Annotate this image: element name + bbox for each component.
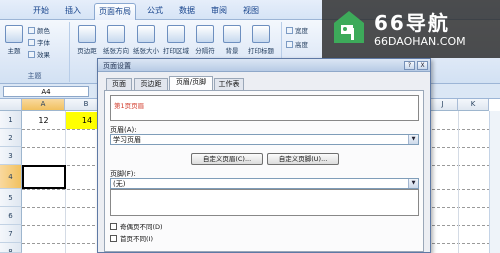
active-cell-a4[interactable] [22, 165, 66, 189]
help-button[interactable]: ? [404, 61, 415, 70]
paper-size-icon [137, 25, 155, 43]
row-header-8[interactable]: 8 [0, 243, 22, 253]
dialog-tab-page[interactable]: 页面 [106, 78, 132, 90]
dialog-title: 页面设置 [103, 62, 131, 70]
checkbox-icon [110, 223, 117, 230]
header-preview-text: 第1页页眉 [114, 102, 145, 110]
margins-label: 页边距 [77, 47, 97, 55]
effects-icon [28, 51, 35, 58]
row-header-2[interactable]: 2 [0, 129, 22, 147]
footer-select-value: (无) [113, 180, 126, 188]
dialog-tab-margins[interactable]: 页边距 [134, 78, 168, 90]
watermark: 66导航 66DAOHAN.COM [322, 0, 500, 58]
themes-label: 主题 [7, 47, 21, 55]
vertical-scrollbar[interactable] [489, 111, 500, 253]
watermark-url: 66DAOHAN.COM [374, 35, 466, 48]
first-page-checkbox[interactable]: 首页不同(I) [110, 235, 153, 244]
theme-fonts-button[interactable]: 字体 [28, 38, 50, 48]
colors-label: 颜色 [37, 27, 50, 35]
width-icon [286, 27, 293, 34]
height-scale[interactable]: 高度 [286, 40, 308, 50]
checkbox-icon [110, 235, 117, 242]
row-header-4[interactable]: 4 [0, 165, 22, 189]
header-select-value: 学习页眉 [113, 136, 141, 144]
custom-header-button[interactable]: 自定义页眉(C)... [191, 153, 263, 165]
orientation-icon [107, 25, 125, 43]
tab-data[interactable]: 数据 [174, 3, 200, 20]
cell-a1[interactable]: 12 [22, 112, 65, 129]
footer-select[interactable]: (无) ▼ [110, 178, 419, 189]
row-header-6[interactable]: 6 [0, 207, 22, 225]
themes-icon [5, 25, 23, 43]
height-label: 高度 [295, 41, 308, 49]
watermark-logo-icon [334, 11, 364, 43]
select-all-corner[interactable] [0, 99, 22, 111]
row-header-1[interactable]: 1 [0, 111, 22, 129]
print-area-label: 打印区域 [163, 47, 189, 55]
page-setup-dialog: 页面设置 ? X 页面 页边距 页眉/页脚 工作表 第1页页眉 页眉(A): 学… [97, 58, 431, 253]
tab-insert[interactable]: 插入 [60, 3, 86, 20]
dialog-tab-sheet[interactable]: 工作表 [214, 78, 244, 90]
themes-group-label: 主题 [27, 72, 42, 80]
watermark-title: 66导航 [374, 11, 450, 35]
colors-icon [28, 27, 35, 34]
width-scale[interactable]: 宽度 [286, 26, 308, 36]
odd-even-checkbox[interactable]: 奇偶页不同(D) [110, 223, 163, 232]
row-header-5[interactable]: 5 [0, 189, 22, 207]
footer-preview [110, 189, 419, 216]
column-header-a[interactable]: A [22, 99, 65, 111]
header-preview: 第1页页眉 [110, 95, 419, 121]
header-select[interactable]: 学习页眉 ▼ [110, 134, 419, 145]
background-icon [223, 25, 241, 43]
tab-home[interactable]: 开始 [28, 3, 54, 20]
size-label: 纸张大小 [133, 47, 159, 55]
themes-button[interactable]: 主题 [2, 25, 26, 67]
custom-footer-button[interactable]: 自定义页脚(U)... [267, 153, 339, 165]
dialog-tab-header-footer[interactable]: 页眉/页脚 [169, 76, 213, 91]
breaks-label: 分隔符 [195, 47, 215, 55]
row-header-7[interactable]: 7 [0, 225, 22, 243]
chevron-down-icon: ▼ [408, 135, 418, 144]
fonts-icon [28, 39, 35, 46]
header-footer-panel: 第1页页眉 页眉(A): 学习页眉 ▼ 自定义页眉(C)... 自定义页脚(U)… [104, 90, 424, 252]
tab-review[interactable]: 审阅 [206, 3, 232, 20]
column-gridline [458, 111, 459, 253]
theme-colors-button[interactable]: 颜色 [28, 26, 50, 36]
print-titles-label: 打印标题 [248, 47, 274, 55]
tab-page-layout[interactable]: 页面布局 [94, 3, 136, 20]
margins-icon [78, 25, 96, 43]
tab-view[interactable]: 视图 [238, 3, 264, 20]
name-box[interactable]: A4 [3, 86, 89, 97]
first-page-label: 首页不同(I) [120, 235, 153, 243]
background-label: 背景 [225, 47, 239, 55]
themes-group: 主题 颜色 字体 效果 主题 [0, 22, 70, 82]
effects-label: 效果 [37, 51, 50, 59]
print-titles-icon [252, 25, 270, 43]
column-header-j[interactable]: J [428, 99, 458, 111]
odd-even-label: 奇偶页不同(D) [120, 223, 163, 231]
theme-effects-button[interactable]: 效果 [28, 50, 50, 60]
breaks-icon [196, 25, 214, 43]
orientation-label: 纸张方向 [103, 47, 129, 55]
height-icon [286, 41, 293, 48]
chevron-down-icon: ▼ [408, 179, 418, 188]
print-area-icon [167, 25, 185, 43]
column-header-k[interactable]: K [458, 99, 489, 111]
fonts-label: 字体 [37, 39, 50, 47]
dialog-titlebar[interactable]: 页面设置 ? X [98, 59, 430, 72]
tab-formulas[interactable]: 公式 [142, 3, 168, 20]
width-label: 宽度 [295, 27, 308, 35]
close-button[interactable]: X [417, 61, 428, 70]
row-header-3[interactable]: 3 [0, 147, 22, 165]
